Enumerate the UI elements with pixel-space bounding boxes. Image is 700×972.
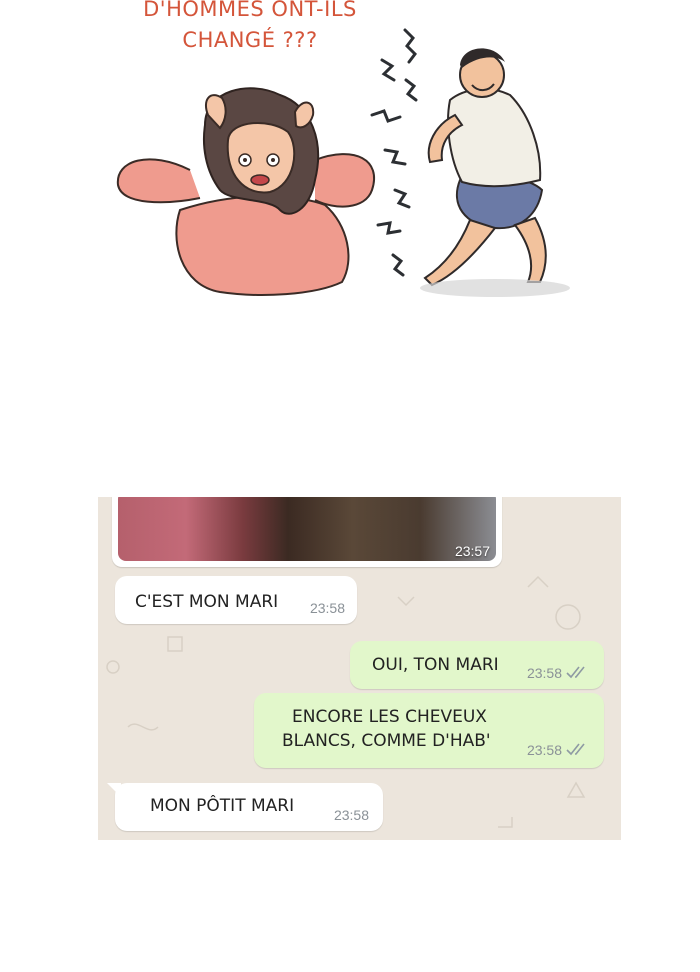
message-text-line-2: BLANCS, COMME D'HAB' [282, 731, 491, 751]
shared-photo[interactable] [118, 497, 496, 561]
message-text: MON PÔTIT MARI [150, 796, 295, 816]
message-timestamp: 23:57 [454, 543, 490, 559]
read-receipt-icon [566, 666, 585, 679]
message-timestamp: 23:58 [309, 600, 345, 616]
image-message[interactable]: 23:57 [112, 497, 502, 567]
bubble-tail [107, 783, 121, 797]
incoming-message-bubble[interactable]: MON PÔTIT MARI 23:58 [107, 783, 383, 831]
chat-screenshot: 23:57 C'EST MON MARI 23:58 OUI, TON MARI… [98, 497, 621, 840]
message-timestamp: 23:58 [333, 807, 369, 823]
comic-page: D'HOMMES ONT-ILS CHANGÉ ??? 23:57 C'EST … [0, 0, 700, 972]
message-text-line-1: ENCORE LES CHEVEUX [292, 707, 487, 727]
message-timestamp: 23:58 [526, 665, 562, 681]
kneeling-man-figure [420, 48, 570, 297]
outgoing-message-bubble[interactable]: OUI, TON MARI 23:58 [350, 641, 604, 689]
stressed-woman-figure [116, 87, 375, 296]
read-receipt-icon [566, 743, 585, 756]
comic-illustration [116, 28, 570, 297]
shaking-lines [370, 28, 418, 277]
incoming-message-bubble[interactable]: C'EST MON MARI 23:58 [115, 576, 357, 624]
message-timestamp: 23:58 [526, 742, 562, 758]
message-text: OUI, TON MARI [372, 655, 499, 675]
message-text: C'EST MON MARI [135, 592, 279, 612]
outgoing-message-bubble[interactable]: ENCORE LES CHEVEUX BLANCS, COMME D'HAB' … [254, 693, 604, 768]
